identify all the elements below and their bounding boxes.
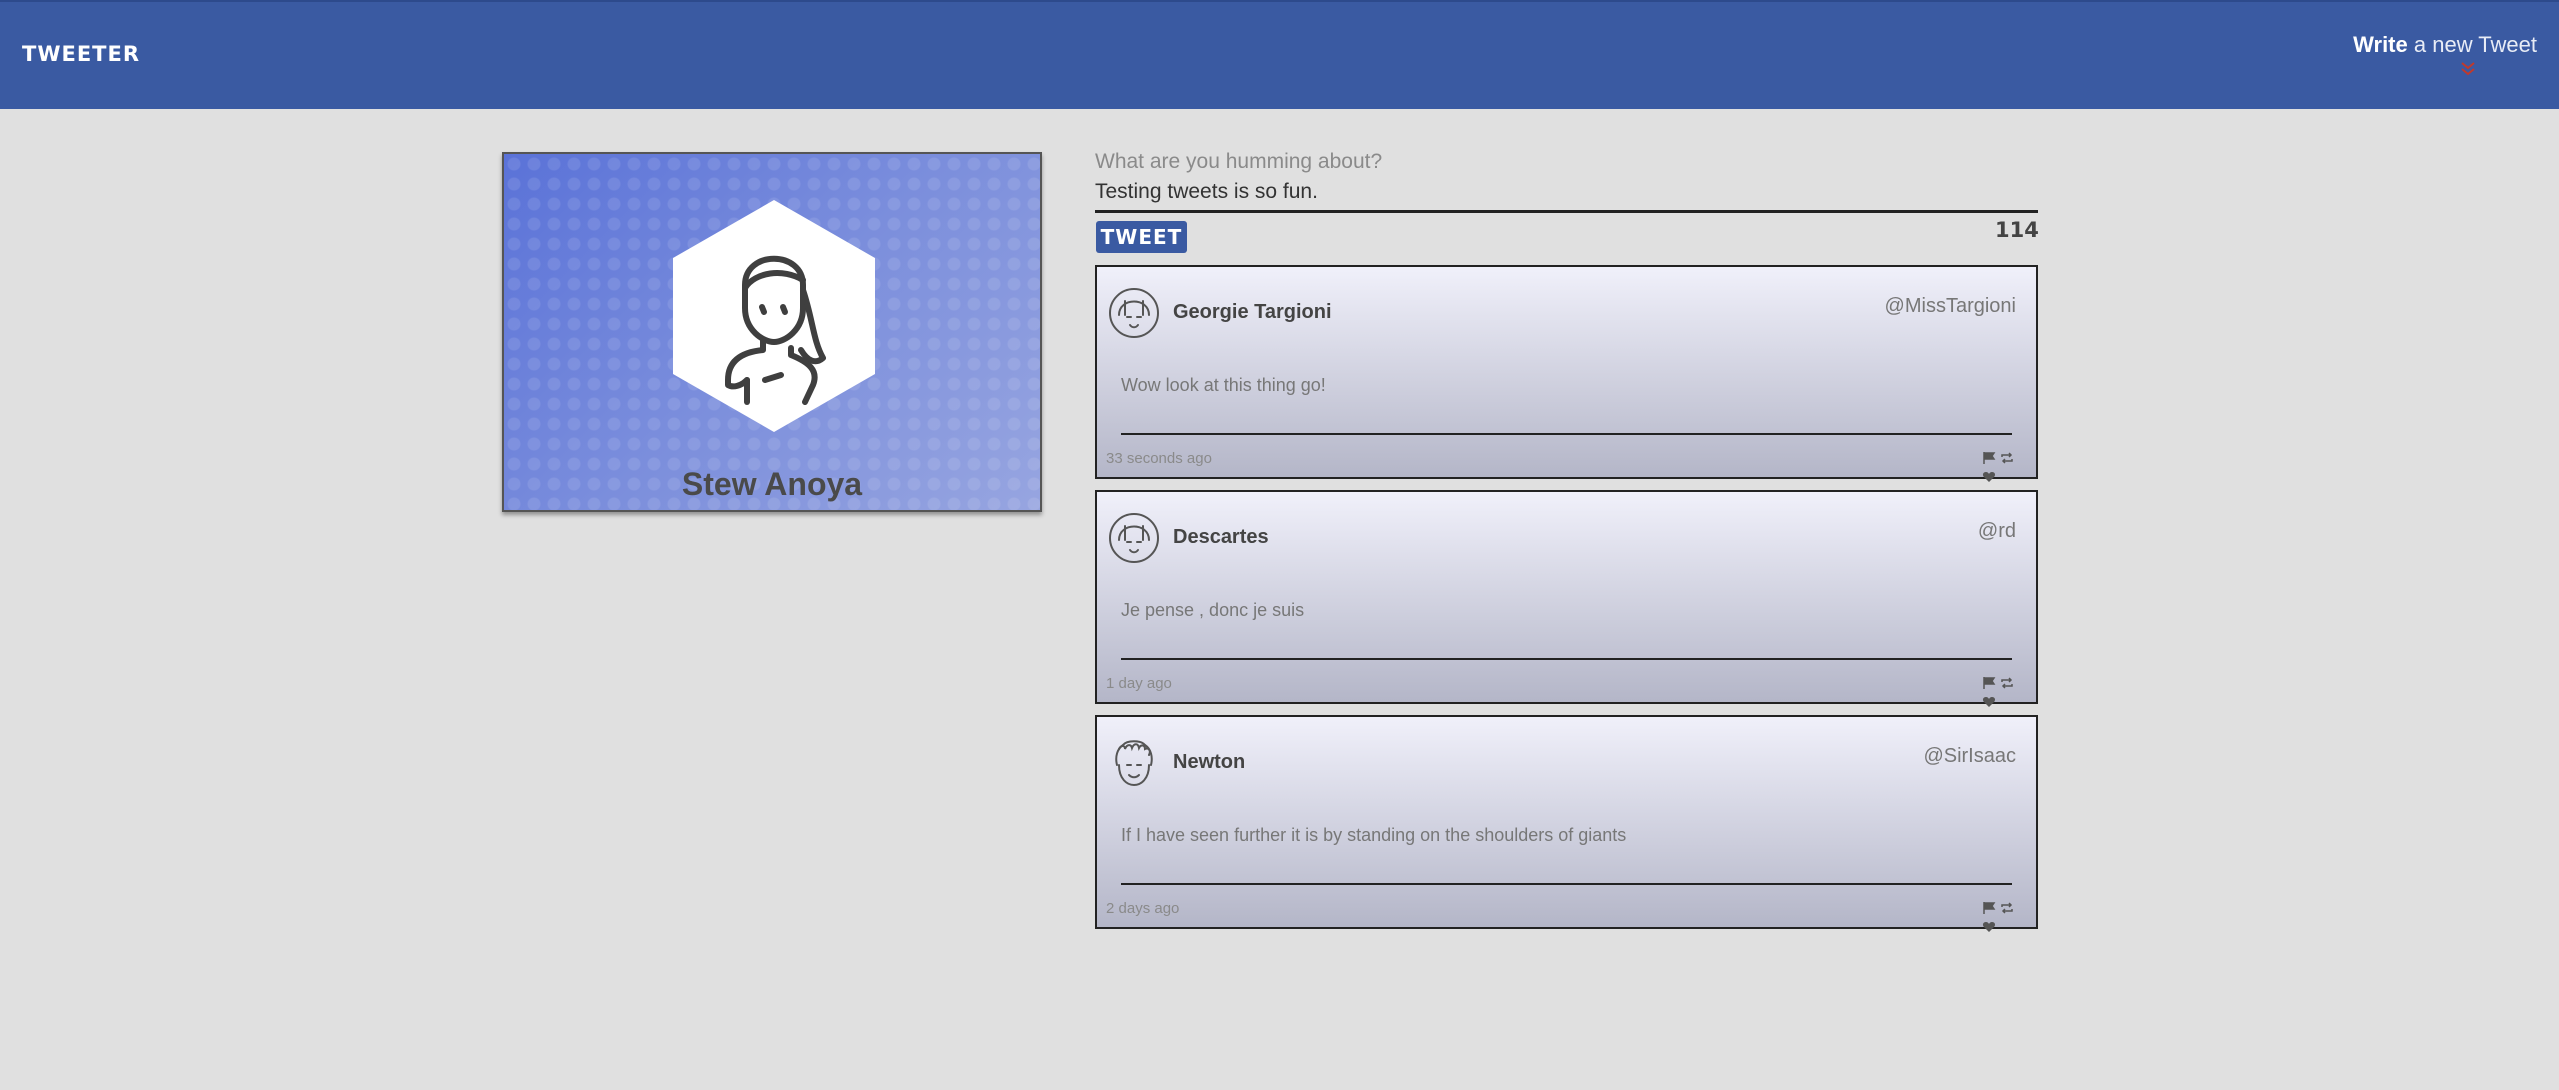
tweet-card: Newton @SirIsaac If I have seen further … xyxy=(1095,715,2038,932)
tweet-text: If I have seen further it is by standing… xyxy=(1121,825,1627,845)
flag-icon[interactable] xyxy=(1982,676,1996,690)
retweet-icon[interactable] xyxy=(2000,451,2014,465)
tweet-actions xyxy=(1982,676,2026,707)
tweet-author-handle[interactable]: @SirIsaac xyxy=(1923,745,2016,768)
tweet-author-name[interactable]: Georgie Targioni xyxy=(1173,301,1332,324)
tweet-actions xyxy=(1982,451,2026,482)
heart-icon[interactable] xyxy=(1982,920,1996,934)
composer-underline xyxy=(1095,210,2038,213)
tweet-author-name[interactable]: Descartes xyxy=(1173,526,1269,549)
compose-toggle-text: a new Tweet xyxy=(2413,32,2537,57)
double-chevron-down-icon[interactable] xyxy=(2457,60,2479,78)
compose-toggle-bold: Write xyxy=(2353,32,2408,57)
tweet-divider xyxy=(1121,883,2012,885)
tweet-timestamp: 1 day ago xyxy=(1106,675,1172,692)
retweet-icon[interactable] xyxy=(2000,676,2014,690)
tweet-author-handle[interactable]: @MissTargioni xyxy=(1885,295,2016,318)
tweet-actions xyxy=(1982,901,2026,932)
tweet-composer[interactable]: What are you humming about? Testing twee… xyxy=(1095,150,2038,213)
curly-hair-avatar-icon xyxy=(1115,740,1153,787)
retweet-icon[interactable] xyxy=(2000,901,2014,915)
write-tweet-toggle[interactable]: Write a new Tweet xyxy=(2353,32,2537,58)
heart-icon[interactable] xyxy=(1982,695,1996,709)
tweet-text: Wow look at this thing go! xyxy=(1121,375,1326,395)
tweet-text: Je pense , donc je suis xyxy=(1121,600,1305,620)
tweet-divider xyxy=(1121,658,2012,660)
tweet-card: Descartes @rd Je pense , donc je suis 1 … xyxy=(1095,490,2038,707)
top-nav: TWEETER Write a new Tweet xyxy=(0,0,2559,109)
brand-logo[interactable]: TWEETER xyxy=(22,42,140,66)
girl-avatar-icon xyxy=(1109,288,1159,338)
flag-icon[interactable] xyxy=(1982,451,1996,465)
profile-card: Stew Anoya xyxy=(502,152,1042,512)
flag-icon[interactable] xyxy=(1982,901,1996,915)
tweet-timestamp: 2 days ago xyxy=(1106,900,1180,917)
tweet-card: Georgie Targioni @MissTargioni Wow look … xyxy=(1095,265,2038,482)
profile-name: Stew Anoya xyxy=(681,466,863,502)
heart-icon[interactable] xyxy=(1982,470,1996,484)
char-counter: 114 xyxy=(1995,218,2039,242)
composer-placeholder: What are you humming about? xyxy=(1095,150,1383,173)
composer-input[interactable]: Testing tweets is so fun. xyxy=(1095,180,2038,204)
tweet-author-name[interactable]: Newton xyxy=(1173,751,1245,774)
tweet-timestamp: 33 seconds ago xyxy=(1106,450,1212,467)
tweet-divider xyxy=(1121,433,2012,435)
tweet-author-handle[interactable]: @rd xyxy=(1978,520,2016,543)
girl-avatar-icon xyxy=(1109,513,1159,563)
tweet-button[interactable]: TWEET xyxy=(1096,221,1187,253)
woman-avatar-icon xyxy=(673,200,875,432)
